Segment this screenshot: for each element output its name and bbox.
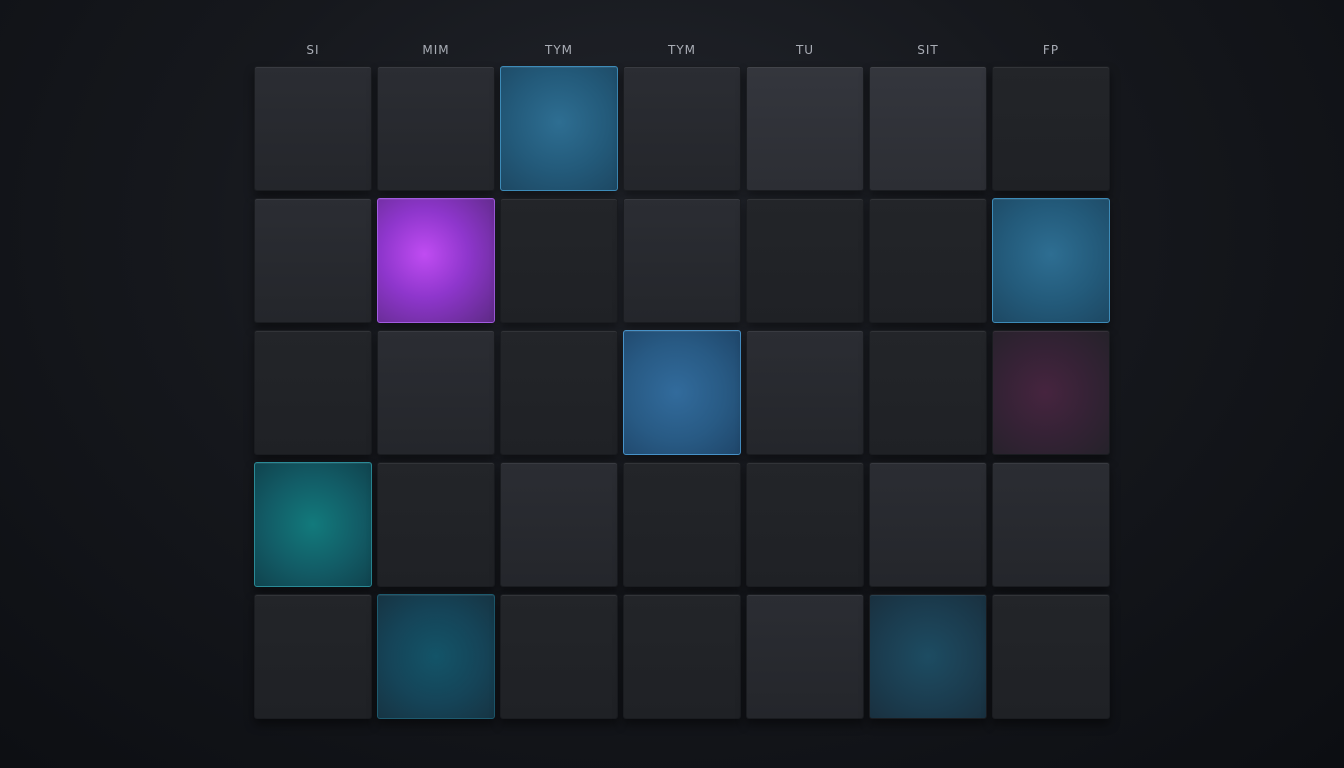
day-header: SI [306,43,320,57]
day-cell[interactable] [746,330,864,455]
day-cell[interactable] [500,198,618,323]
day-cell-highlighted[interactable] [254,462,372,587]
day-cell[interactable] [500,594,618,719]
day-cell[interactable] [623,198,741,323]
calendar-grid [254,66,1110,719]
day-header: SIT [917,43,939,57]
day-cell[interactable] [623,594,741,719]
day-header: MIM [422,43,450,57]
day-cell[interactable] [377,462,495,587]
day-cell[interactable] [869,462,987,587]
day-cell-highlighted[interactable] [377,594,495,719]
day-cell[interactable] [869,66,987,191]
day-cell[interactable] [254,330,372,455]
day-cell[interactable] [992,462,1110,587]
day-cell[interactable] [746,66,864,191]
day-cell-highlighted[interactable] [992,198,1110,323]
day-cell[interactable] [992,594,1110,719]
day-cell[interactable] [623,66,741,191]
day-cell[interactable] [254,594,372,719]
day-cell-selected[interactable] [377,198,495,323]
day-cell[interactable] [500,462,618,587]
day-cell-highlighted[interactable] [869,594,987,719]
day-cell-highlighted[interactable] [623,330,741,455]
day-cell[interactable] [746,594,864,719]
day-cell[interactable] [992,66,1110,191]
day-cell[interactable] [746,198,864,323]
day-cell[interactable] [623,462,741,587]
day-cell[interactable] [377,330,495,455]
day-header: TYM [667,43,696,57]
day-cell[interactable] [254,66,372,191]
day-cell-highlighted[interactable] [500,66,618,191]
day-header: FP [1042,43,1060,57]
day-cell[interactable] [746,462,864,587]
day-cell[interactable] [500,330,618,455]
day-header-row: SI MIM TYM TYM TU SIT FP [254,38,1110,66]
day-cell[interactable] [377,66,495,191]
day-cell-highlighted[interactable] [992,330,1110,455]
day-cell[interactable] [869,330,987,455]
day-cell[interactable] [254,198,372,323]
day-header: TU [795,43,815,57]
day-header: TYM [544,43,573,57]
calendar-board: SI MIM TYM TYM TU SIT FP [254,38,1110,719]
day-cell[interactable] [869,198,987,323]
